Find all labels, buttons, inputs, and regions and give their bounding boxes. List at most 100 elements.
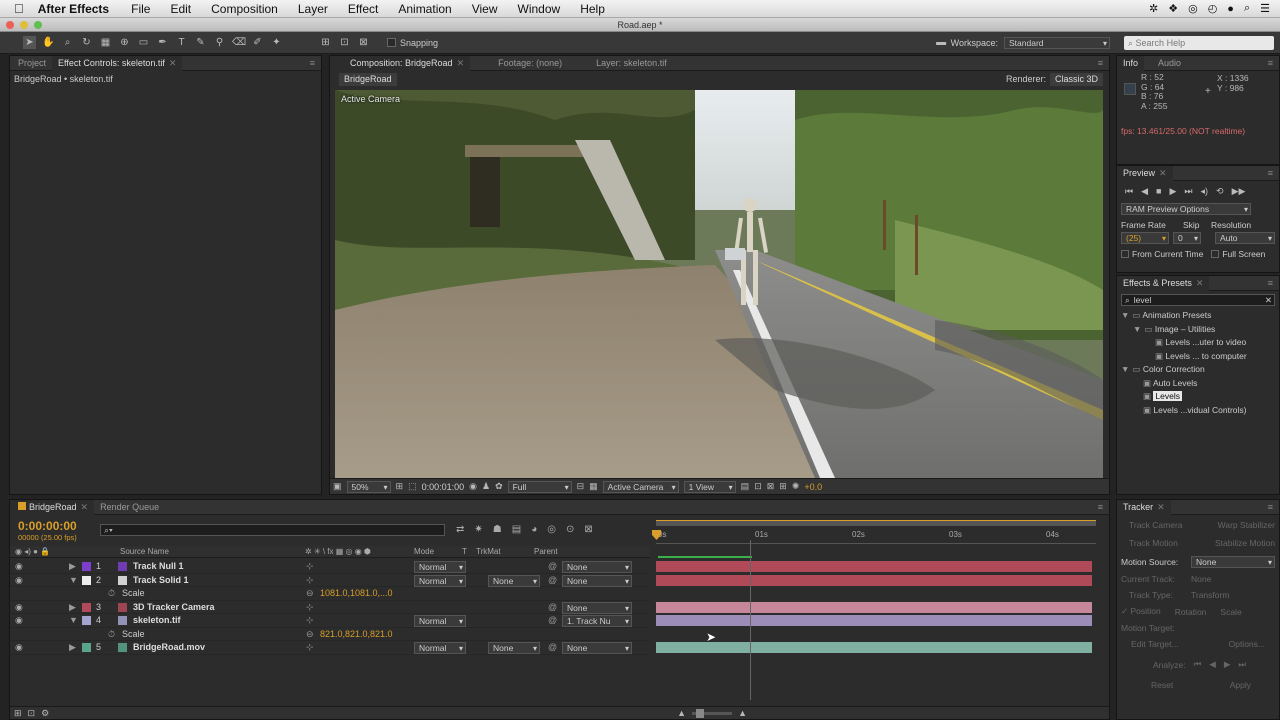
tab-timeline-bridgeroad[interactable]: BridgeRoad ✕ (10, 499, 95, 515)
analyze-forward-all-icon[interactable]: ⏭ (1238, 659, 1246, 670)
clone-tool-icon[interactable]: ⚲ (213, 36, 226, 49)
layer-row[interactable]: ◉ ▶ 3 3D Tracker Camera ⊹ @ None (10, 601, 650, 615)
shy-switch-icon[interactable]: ⊹ (306, 574, 314, 588)
loop-icon[interactable]: ⟲ (1216, 186, 1224, 197)
in-out-toggle-icon[interactable]: ⚙ (41, 708, 49, 719)
blend-mode-select[interactable]: Normal (414, 642, 466, 654)
exposure-icon[interactable]: ✺ (792, 481, 800, 492)
stop-icon[interactable]: ■ (1156, 186, 1161, 196)
camera-tool-icon[interactable]: ▦ (99, 36, 112, 49)
ram-preview-options-select[interactable]: RAM Preview Options (1121, 203, 1251, 215)
close-icon[interactable]: ✕ (457, 58, 465, 68)
layer-name[interactable]: Track Solid 1 (133, 574, 189, 588)
effects-tree-item[interactable]: ▣ Auto Levels (1121, 377, 1279, 391)
pick-whip-icon[interactable]: @ (548, 560, 557, 574)
skip-select[interactable]: 0 (1173, 232, 1201, 244)
stopwatch-icon[interactable]: ⏱ (108, 587, 115, 601)
tab-footage[interactable]: Footage: (none) (492, 56, 568, 71)
panel-menu-icon[interactable]: ≡ (1098, 58, 1103, 68)
graph-editor-icon[interactable]: ⊠ (584, 524, 592, 535)
renderer-value[interactable]: Classic 3D (1049, 72, 1103, 86)
first-frame-icon[interactable]: ⏮ (1125, 186, 1133, 197)
shy-switch-icon[interactable]: ⊹ (306, 560, 314, 574)
previous-frame-icon[interactable]: ◀ (1141, 186, 1148, 197)
layer-search-field[interactable]: ⌕▾ (100, 524, 445, 536)
parent-select[interactable]: None (562, 601, 632, 614)
track-motion-button[interactable]: Track Motion (1121, 538, 1178, 548)
pen-tool-icon[interactable]: ✒ (156, 36, 169, 49)
layer-row[interactable]: ◉ ▼ 2 Track Solid 1 ⊹ Normal None @ None (10, 574, 650, 588)
twirl-icon[interactable]: ▼ (69, 614, 78, 628)
label-color-swatch[interactable] (82, 602, 91, 612)
play-icon[interactable]: ▶ (1169, 186, 1176, 197)
tab-audio[interactable]: Audio (1152, 56, 1187, 71)
link-icon[interactable]: ⊖ (306, 628, 314, 642)
tab-effects-presets[interactable]: Effects & Presets ✕ (1117, 275, 1210, 291)
motion-blur-icon[interactable]: ◕ (531, 524, 537, 535)
rectangle-tool-icon[interactable]: ▭ (137, 36, 150, 49)
brightness-icon[interactable]: ✲ (1149, 2, 1158, 15)
world-axis-icon[interactable]: ⊡ (338, 36, 351, 49)
analyze-forward-icon[interactable]: ▶ (1224, 659, 1231, 670)
pick-whip-icon[interactable]: @ (548, 614, 557, 628)
eraser-tool-icon[interactable]: ⌫ (232, 36, 246, 49)
tab-preview[interactable]: Preview ✕ (1117, 165, 1173, 181)
notification-icon[interactable]: ☰ (1260, 2, 1270, 15)
hand-tool-icon[interactable]: ✋ (42, 36, 55, 49)
effects-tree-item[interactable]: ▼ ▭ Image – Utilities (1121, 323, 1279, 337)
video-visibility-icon[interactable]: ◉ (15, 601, 23, 615)
transfer-controls-toggle-icon[interactable]: ⊡ (28, 708, 36, 719)
panel-menu-icon[interactable]: ≡ (1268, 58, 1273, 68)
search-help-field[interactable]: ⌕ Search Help (1124, 35, 1274, 50)
workspace-select[interactable]: Standard (1004, 36, 1110, 49)
fast-previews-icon[interactable]: ⊡ (754, 481, 762, 492)
current-time-display[interactable]: 0:00:01:00 (422, 482, 465, 492)
effects-tree-item[interactable]: ▼ ▭ Animation Presets (1121, 309, 1279, 323)
menu-help[interactable]: Help (580, 2, 605, 16)
warp-stabilizer-button[interactable]: Warp Stabilizer (1218, 520, 1275, 530)
panel-menu-icon[interactable]: ≡ (1098, 502, 1103, 512)
brush-tool-icon[interactable]: ✎ (194, 36, 207, 49)
pan-behind-tool-icon[interactable]: ⊕ (118, 36, 131, 49)
composition-canvas[interactable]: Active Camera (335, 90, 1103, 478)
always-preview-icon[interactable]: ▣ (333, 481, 342, 492)
resolution-select[interactable]: Full (507, 480, 572, 493)
menu-layer[interactable]: Layer (298, 2, 328, 16)
close-icon[interactable]: ✕ (169, 58, 177, 68)
tab-project[interactable]: Project (10, 56, 52, 71)
position-checkbox[interactable]: ✓ Position (1121, 606, 1161, 617)
effects-search-field[interactable]: ⌕ level ✕ (1121, 294, 1275, 306)
tab-info[interactable]: Info (1117, 55, 1145, 71)
snapping-checkbox[interactable] (387, 38, 396, 47)
property-row[interactable]: ⏱ Scale ⊖ 821.0,821.0,821.0 (10, 628, 650, 642)
local-axis-icon[interactable]: ⊞ (319, 36, 332, 49)
stopwatch-icon[interactable]: ⏱ (108, 628, 115, 642)
layer-switches-toggle-icon[interactable]: ⊞ (14, 708, 22, 719)
draft-3d-icon[interactable]: ✷ (474, 524, 482, 535)
view-layout-select[interactable]: 1 View (683, 480, 736, 493)
brainstorm-icon[interactable]: ◎ (547, 524, 556, 535)
twirl-down-icon[interactable]: ▼ (1121, 310, 1129, 320)
user-icon[interactable]: ● (1227, 3, 1234, 15)
twirl-icon[interactable]: ▶ (69, 601, 76, 615)
panel-menu-icon[interactable]: ≡ (310, 58, 315, 68)
options-button[interactable]: Options... (1229, 639, 1265, 649)
analyze-back-all-icon[interactable]: ⏮ (1194, 659, 1202, 670)
zoom-in-icon[interactable]: ▲ (738, 708, 747, 718)
timeline-timecode[interactable]: 0:00:00:00 (18, 519, 77, 533)
menu-edit[interactable]: Edit (170, 2, 191, 16)
layer-name[interactable]: Track Null 1 (133, 560, 184, 574)
menu-file[interactable]: File (131, 2, 150, 16)
selection-tool-icon[interactable]: ➤ (23, 36, 36, 49)
full-screen-checkbox[interactable] (1211, 250, 1220, 258)
region-of-interest-icon[interactable]: ⊟ (577, 481, 585, 492)
label-color-swatch[interactable] (82, 643, 91, 652)
show-snapshot-icon[interactable]: ♟ (482, 481, 490, 492)
twirl-icon[interactable]: ▼ (69, 574, 78, 588)
parent-header[interactable]: Parent (534, 547, 558, 556)
composition-mini-flowchart-icon[interactable]: ⇄ (456, 524, 464, 535)
pick-whip-icon[interactable]: @ (548, 601, 557, 615)
layer-name[interactable]: skeleton.tif (133, 614, 181, 628)
layer-row[interactable]: ◉ ▶ 5 BridgeRoad.mov ⊹ Normal None @ Non… (10, 641, 650, 655)
tab-composition[interactable]: Composition: BridgeRoad ✕ (330, 55, 471, 71)
